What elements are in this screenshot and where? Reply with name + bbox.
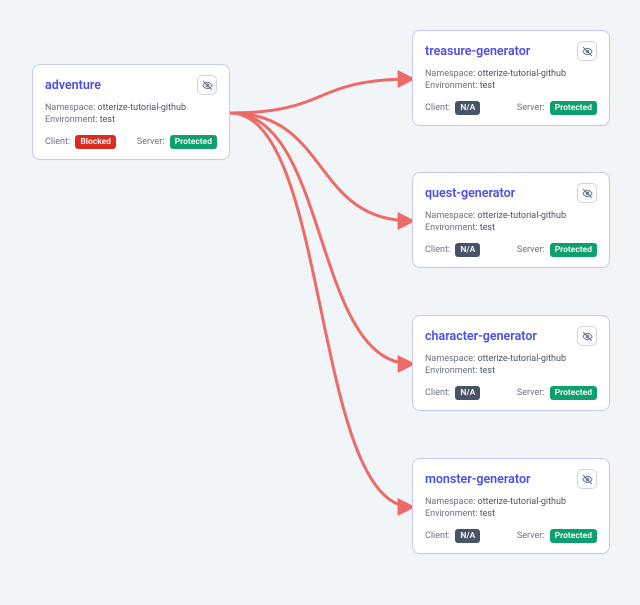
visibility-toggle-button[interactable] <box>197 75 217 95</box>
environment-row: Environment: test <box>425 366 597 376</box>
server-status: Server: Protected <box>517 243 597 257</box>
service-card-source[interactable]: adventure Namespace: otterize-tutorial-gi… <box>32 64 230 160</box>
eye-off-icon <box>202 76 213 95</box>
environment-row: Environment: test <box>425 81 597 91</box>
edge-arrow <box>230 79 412 113</box>
visibility-toggle-button[interactable] <box>577 41 597 61</box>
namespace-row: Namespace: otterize-tutorial-github <box>45 103 217 113</box>
status-row: Client: N/A Server: Protected <box>425 101 597 115</box>
status-row: Client: Blocked Server: Protected <box>45 135 217 149</box>
eye-off-icon <box>582 42 593 61</box>
edge-arrow <box>230 113 412 364</box>
status-chip-na: N/A <box>455 101 480 115</box>
status-row: Client: N/A Server: Protected <box>425 386 597 400</box>
card-title: monster-generator <box>425 472 531 487</box>
client-status: Client: N/A <box>425 243 480 257</box>
card-title: quest-generator <box>425 186 515 201</box>
client-status: Client: N/A <box>425 101 480 115</box>
service-card-target-2[interactable]: character-generator Namespace: otterize-t… <box>412 315 610 411</box>
status-chip-protected: Protected <box>170 135 217 149</box>
environment-row: Environment: test <box>425 509 597 519</box>
environment-row: Environment: test <box>45 115 217 125</box>
status-row: Client: N/A Server: Protected <box>425 243 597 257</box>
status-chip-protected: Protected <box>550 101 597 115</box>
server-status: Server: Protected <box>517 386 597 400</box>
status-chip-protected: Protected <box>550 529 597 543</box>
namespace-row: Namespace: otterize-tutorial-github <box>425 354 597 364</box>
namespace-row: Namespace: otterize-tutorial-github <box>425 497 597 507</box>
status-row: Client: N/A Server: Protected <box>425 529 597 543</box>
status-chip-blocked: Blocked <box>75 135 116 149</box>
client-status: Client: Blocked <box>45 135 116 149</box>
server-status: Server: Protected <box>517 101 597 115</box>
card-title: character-generator <box>425 329 537 344</box>
visibility-toggle-button[interactable] <box>577 183 597 203</box>
namespace-row: Namespace: otterize-tutorial-github <box>425 69 597 79</box>
visibility-toggle-button[interactable] <box>577 469 597 489</box>
service-card-target-1[interactable]: quest-generator Namespace: otterize-tutor… <box>412 172 610 268</box>
edge-arrow <box>230 113 412 507</box>
eye-off-icon <box>582 184 593 203</box>
server-status: Server: Protected <box>137 135 217 149</box>
eye-off-icon <box>582 327 593 346</box>
service-card-target-0[interactable]: treasure-generator Namespace: otterize-tu… <box>412 30 610 126</box>
card-title: treasure-generator <box>425 44 530 59</box>
status-chip-na: N/A <box>455 243 480 257</box>
server-status: Server: Protected <box>517 529 597 543</box>
eye-off-icon <box>582 470 593 489</box>
client-status: Client: N/A <box>425 386 480 400</box>
status-chip-na: N/A <box>455 386 480 400</box>
environment-row: Environment: test <box>425 223 597 233</box>
client-status: Client: N/A <box>425 529 480 543</box>
card-title: adventure <box>45 78 101 93</box>
status-chip-protected: Protected <box>550 243 597 257</box>
edge-arrow <box>230 113 412 221</box>
status-chip-na: N/A <box>455 529 480 543</box>
status-chip-protected: Protected <box>550 386 597 400</box>
visibility-toggle-button[interactable] <box>577 326 597 346</box>
namespace-row: Namespace: otterize-tutorial-github <box>425 211 597 221</box>
service-card-target-3[interactable]: monster-generator Namespace: otterize-tut… <box>412 458 610 554</box>
